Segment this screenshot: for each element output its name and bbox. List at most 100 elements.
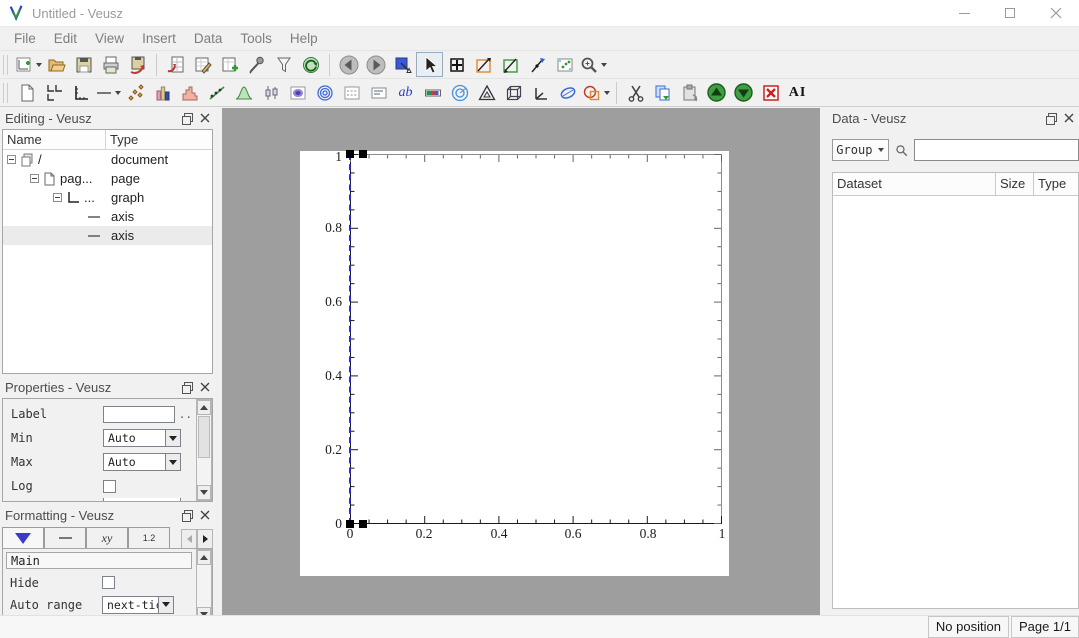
close-panel-icon[interactable] bbox=[200, 113, 210, 123]
menu-edit[interactable]: Edit bbox=[45, 28, 86, 49]
collapse-icon[interactable] bbox=[30, 174, 39, 183]
add-ternary-button[interactable] bbox=[473, 80, 500, 105]
add-key-button[interactable] bbox=[338, 80, 365, 105]
properties-scrollbar[interactable] bbox=[196, 399, 212, 501]
dataset-search-input[interactable] bbox=[914, 139, 1079, 161]
float-panel-icon[interactable] bbox=[182, 113, 192, 123]
maximize-button[interactable] bbox=[987, 0, 1033, 26]
recenter-graph-button[interactable] bbox=[524, 52, 551, 77]
add-contour-button[interactable] bbox=[311, 80, 338, 105]
tab-main-formatting[interactable] bbox=[2, 527, 44, 549]
chevron-down-icon[interactable] bbox=[165, 430, 180, 446]
pan-tool-button[interactable] bbox=[443, 52, 470, 77]
float-panel-icon[interactable] bbox=[1046, 113, 1056, 123]
zoom-axes-button[interactable] bbox=[470, 52, 497, 77]
cut-button[interactable] bbox=[622, 80, 649, 105]
tree-row-axis-x[interactable]: axis bbox=[3, 207, 212, 226]
close-panel-icon[interactable] bbox=[200, 382, 210, 392]
paste-button[interactable] bbox=[676, 80, 703, 105]
menu-insert[interactable]: Insert bbox=[133, 28, 185, 49]
create-data-button[interactable] bbox=[216, 52, 243, 77]
add-bar-button[interactable] bbox=[149, 80, 176, 105]
tree-column-type[interactable]: Type bbox=[106, 130, 142, 149]
capture-data-button[interactable] bbox=[243, 52, 270, 77]
column-type[interactable]: Type bbox=[1034, 173, 1078, 195]
scroll-down-icon[interactable] bbox=[197, 485, 211, 500]
add-shape-button[interactable] bbox=[581, 80, 611, 105]
add-boxplot-button[interactable] bbox=[257, 80, 284, 105]
column-dataset[interactable]: Dataset bbox=[833, 173, 996, 195]
move-down-button[interactable] bbox=[730, 80, 757, 105]
import-data-button[interactable] bbox=[162, 52, 189, 77]
tree-row-page[interactable]: pag... page bbox=[3, 169, 212, 188]
edit-data-button[interactable] bbox=[189, 52, 216, 77]
group-button[interactable]: Group bbox=[832, 139, 889, 161]
collapse-icon[interactable] bbox=[7, 155, 16, 164]
reload-data-button[interactable] bbox=[297, 52, 324, 77]
log-checkbox[interactable] bbox=[103, 480, 116, 493]
label-edit-dots[interactable]: .. bbox=[179, 408, 192, 421]
scroll-up-icon[interactable] bbox=[197, 400, 211, 415]
tabs-scroll-right-icon[interactable] bbox=[197, 529, 213, 549]
add-label-button[interactable] bbox=[365, 80, 392, 105]
min-combo[interactable]: Auto bbox=[103, 429, 181, 447]
add-fit-button[interactable] bbox=[203, 80, 230, 105]
add-3d-graph-button[interactable] bbox=[527, 80, 554, 105]
hide-checkbox[interactable] bbox=[102, 576, 115, 589]
save-document-button[interactable] bbox=[70, 52, 97, 77]
max-combo[interactable]: Auto bbox=[103, 453, 181, 471]
auto-range-combo[interactable]: next-tick bbox=[102, 596, 174, 614]
move-up-button[interactable] bbox=[703, 80, 730, 105]
scroll-up-icon[interactable] bbox=[197, 550, 211, 565]
tree-row-document[interactable]: / document bbox=[3, 150, 212, 169]
open-document-button[interactable] bbox=[43, 52, 70, 77]
chevron-down-icon[interactable] bbox=[165, 454, 180, 470]
menu-data[interactable]: Data bbox=[185, 28, 232, 49]
label-input[interactable] bbox=[103, 406, 175, 423]
menu-view[interactable]: View bbox=[86, 28, 133, 49]
add-image-button[interactable] bbox=[284, 80, 311, 105]
float-panel-icon[interactable] bbox=[182, 510, 192, 520]
tab-tick-labels[interactable]: 1.2 bbox=[128, 527, 170, 549]
add-graph-button[interactable] bbox=[67, 80, 94, 105]
menu-tools[interactable]: Tools bbox=[231, 28, 281, 49]
tree-row-axis-y[interactable]: axis bbox=[3, 226, 212, 245]
column-size[interactable]: Size bbox=[996, 173, 1034, 195]
view-whole-plot-button[interactable] bbox=[551, 52, 578, 77]
previous-page-button[interactable] bbox=[335, 52, 362, 77]
toolbar-drag-handle[interactable] bbox=[3, 83, 8, 103]
select-tool-button[interactable] bbox=[416, 52, 443, 77]
tab-axis-line[interactable] bbox=[44, 527, 86, 549]
axis-handle[interactable] bbox=[346, 150, 354, 158]
plot-canvas[interactable]: 0 0.2 0.4 0.6 0.8 1 1 0.8 0.6 0.4 0.2 0 bbox=[222, 108, 820, 615]
add-3d-scene-button[interactable] bbox=[500, 80, 527, 105]
add-grid-button[interactable] bbox=[40, 80, 67, 105]
zoom-menu-button[interactable] bbox=[578, 52, 608, 77]
close-panel-icon[interactable] bbox=[1064, 113, 1074, 123]
formatting-scrollbar[interactable] bbox=[196, 549, 212, 623]
float-panel-icon[interactable] bbox=[182, 382, 192, 392]
add-covariance-button[interactable] bbox=[554, 80, 581, 105]
chevron-down-icon[interactable] bbox=[158, 597, 173, 613]
tree-row-graph[interactable]: ... graph bbox=[3, 188, 212, 207]
collapse-icon[interactable] bbox=[53, 193, 62, 202]
add-polar-button[interactable] bbox=[446, 80, 473, 105]
copy-button[interactable] bbox=[649, 80, 676, 105]
close-panel-icon[interactable] bbox=[200, 510, 210, 520]
add-text-label-button[interactable]: ab bbox=[392, 80, 419, 105]
axis-handle[interactable] bbox=[359, 520, 367, 528]
add-function-button[interactable] bbox=[230, 80, 257, 105]
plot-page[interactable]: 0 0.2 0.4 0.6 0.8 1 1 0.8 0.6 0.4 0.2 0 bbox=[300, 151, 729, 576]
menu-file[interactable]: File bbox=[5, 28, 45, 49]
graph-widget[interactable] bbox=[350, 154, 722, 524]
zoom-out-axes-button[interactable] bbox=[497, 52, 524, 77]
axis-handle[interactable] bbox=[359, 150, 367, 158]
add-axis-button[interactable] bbox=[94, 80, 122, 105]
delete-button[interactable] bbox=[757, 80, 784, 105]
rename-button[interactable]: AI bbox=[784, 80, 811, 105]
add-page-button[interactable] bbox=[13, 80, 40, 105]
menu-help[interactable]: Help bbox=[281, 28, 327, 49]
scroll-tool-button[interactable] bbox=[389, 52, 416, 77]
scrollbar-thumb[interactable] bbox=[198, 416, 210, 458]
export-document-button[interactable] bbox=[124, 52, 151, 77]
